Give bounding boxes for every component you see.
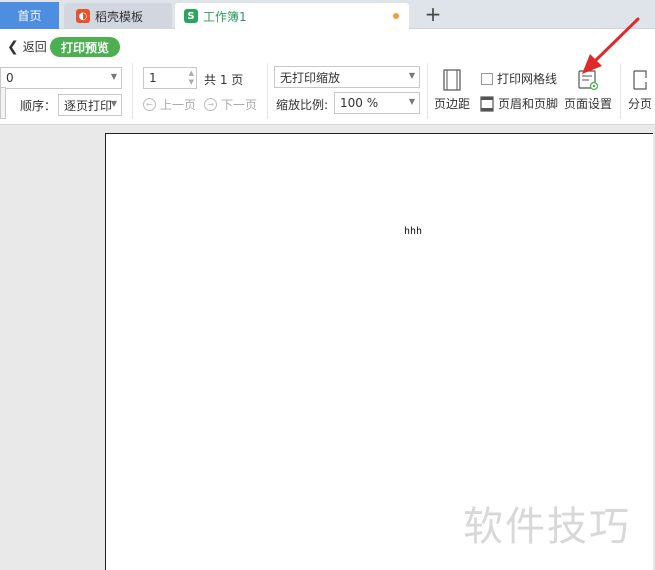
divider bbox=[132, 63, 133, 119]
page-number-value: 1 bbox=[149, 71, 157, 85]
page-break-label: 分页 bbox=[628, 97, 653, 111]
tab-templates-label: 稻壳模板 bbox=[95, 9, 144, 24]
gridlines-checkbox[interactable]: 打印网格线 bbox=[481, 70, 557, 87]
spin-arrows-icon: ▲ ▼ bbox=[188, 69, 194, 86]
print-preview-toolbar: ❮ 返回 打印预览 0 ▼ 顺序： 逐页打印 ▼ 1 ▲ ▼ 共 1 页 ← 上一… bbox=[0, 29, 655, 125]
chevron-down-icon: ▼ bbox=[110, 72, 117, 81]
add-tab-button[interactable]: + bbox=[423, 2, 443, 26]
header-footer-button[interactable]: 页眉和页脚 bbox=[480, 95, 558, 112]
prev-page-button[interactable]: ← 上一页 bbox=[143, 96, 196, 113]
scaling-value: 无打印缩放 bbox=[280, 70, 341, 85]
docer-logo-icon: ◐ bbox=[76, 9, 90, 23]
unsaved-dot-icon bbox=[393, 13, 399, 19]
printer-select[interactable]: 0 ▼ bbox=[0, 67, 122, 89]
back-label: 返回 bbox=[22, 40, 47, 54]
checkbox-icon bbox=[481, 72, 493, 85]
tab-home[interactable]: 首页 bbox=[0, 2, 59, 29]
zoom-label: 缩放比例: bbox=[276, 98, 329, 112]
chevron-left-icon: ❮ bbox=[7, 38, 19, 55]
gridlines-label: 打印网格线 bbox=[497, 72, 558, 86]
arrow-left-circle-icon: ← bbox=[143, 98, 156, 111]
order-label: 顺序： bbox=[20, 99, 57, 113]
cell-text: hhh bbox=[404, 226, 423, 237]
margins-label: 页边距 bbox=[434, 97, 471, 111]
tab-workbook[interactable]: S 工作簿1 bbox=[175, 3, 409, 29]
header-footer-label: 页眉和页脚 bbox=[498, 97, 559, 111]
prev-page-label: 上一页 bbox=[160, 98, 197, 112]
next-page-button[interactable]: → 下一页 bbox=[204, 96, 257, 113]
scaling-select[interactable]: 无打印缩放 ▼ bbox=[274, 66, 420, 88]
total-pages: 共 1 页 bbox=[204, 73, 244, 87]
order-value: 逐页打印 bbox=[64, 98, 113, 113]
zoom-value: 100 % bbox=[340, 96, 379, 110]
tab-workbook-label: 工作簿1 bbox=[203, 9, 247, 24]
arrow-right-circle-icon: → bbox=[204, 98, 217, 111]
tab-home-label: 首页 bbox=[17, 9, 42, 23]
chevron-down-icon: ▼ bbox=[408, 71, 415, 80]
margins-icon bbox=[443, 69, 461, 91]
chevron-down-icon: ▼ bbox=[110, 99, 117, 108]
divider bbox=[427, 63, 428, 119]
page-setup-label: 页面设置 bbox=[564, 97, 613, 111]
next-page-label: 下一页 bbox=[221, 98, 258, 112]
margins-button[interactable]: 页边距 bbox=[434, 69, 470, 112]
back-button[interactable]: ❮ 返回 bbox=[7, 38, 47, 55]
tab-templates[interactable]: ◐ 稻壳模板 bbox=[64, 3, 172, 29]
zoom-select[interactable]: 100 % ▼ bbox=[334, 92, 420, 114]
printer-value: 0 bbox=[6, 71, 14, 85]
order-select[interactable]: 逐页打印 ▼ bbox=[58, 94, 122, 116]
annotation-arrow-icon bbox=[582, 17, 640, 74]
copies-stepper[interactable] bbox=[0, 87, 6, 119]
divider bbox=[267, 63, 268, 119]
chevron-down-icon: ▼ bbox=[408, 97, 415, 106]
mode-badge: 打印预览 bbox=[50, 37, 120, 57]
spreadsheet-icon: S bbox=[184, 9, 198, 23]
header-footer-icon bbox=[480, 95, 494, 112]
watermark-text: 软件技巧 bbox=[463, 504, 631, 550]
page-number-input[interactable]: 1 ▲ ▼ bbox=[143, 67, 197, 89]
tab-bar: 首页 ◐ 稻壳模板 S 工作簿1 + bbox=[0, 0, 655, 29]
